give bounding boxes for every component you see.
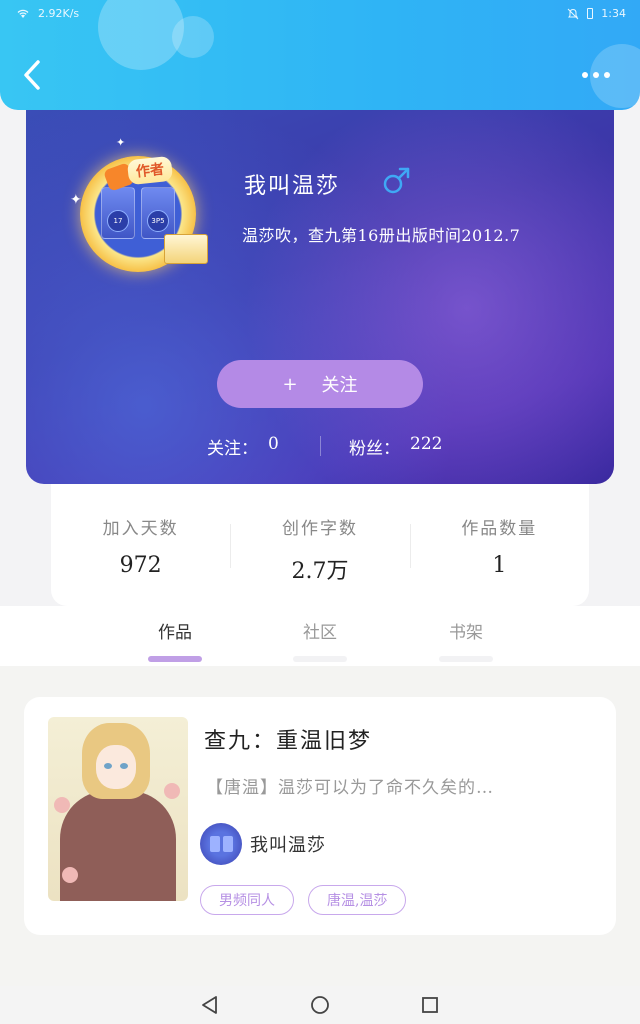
stat-works-count: 作品数量 1 bbox=[409, 484, 589, 606]
tab-bar: 作品 社区 书架 bbox=[0, 606, 640, 666]
more-options-button[interactable] bbox=[576, 64, 616, 86]
followers-label: 粉丝： bbox=[349, 439, 400, 459]
stat-days-joined: 加入天数 972 bbox=[51, 484, 230, 606]
dot-icon bbox=[582, 72, 588, 78]
follow-button-label: 关注 bbox=[321, 375, 358, 396]
tab-community[interactable]: 社区 bbox=[290, 618, 350, 643]
stat-words-written: 创作字数 2.7万 bbox=[230, 484, 409, 606]
nav-back-icon[interactable] bbox=[198, 994, 222, 1016]
stat-label: 创作字数 bbox=[281, 519, 358, 539]
tab-indicator bbox=[439, 656, 493, 662]
top-bar: 2.92K/s 1:34 bbox=[0, 0, 640, 110]
username: 我叫温莎 bbox=[244, 174, 341, 199]
mute-icon bbox=[567, 8, 579, 20]
follow-button[interactable]: + 关注 bbox=[217, 360, 423, 408]
male-symbol-icon bbox=[382, 166, 412, 196]
battery-icon bbox=[587, 8, 594, 19]
tab-indicator-active bbox=[148, 656, 202, 662]
stat-label: 作品数量 bbox=[461, 519, 538, 539]
dot-icon bbox=[593, 72, 599, 78]
clock: 1:34 bbox=[601, 7, 626, 20]
stat-value: 972 bbox=[119, 553, 162, 578]
following-label: 关注： bbox=[207, 439, 258, 459]
followers-count: 222 bbox=[410, 434, 443, 454]
following-stat[interactable]: 关注： 0 bbox=[207, 434, 279, 459]
tab-works[interactable]: 作品 bbox=[145, 618, 205, 643]
tag[interactable]: 男频同人 bbox=[200, 885, 294, 915]
stat-label: 加入天数 bbox=[102, 519, 179, 539]
stats-panel: 加入天数 972 创作字数 2.7万 作品数量 1 bbox=[51, 484, 589, 606]
following-count: 0 bbox=[268, 434, 279, 454]
dot-icon bbox=[604, 72, 610, 78]
nav-recents-icon[interactable] bbox=[418, 994, 442, 1016]
divider bbox=[320, 436, 321, 456]
wifi-icon bbox=[16, 8, 30, 19]
follow-stats: 关注： 0 粉丝： 222 bbox=[26, 430, 614, 460]
work-description: 【唐温】温莎可以为了命不久矣的… bbox=[206, 778, 494, 798]
stat-value: 2.7万 bbox=[291, 559, 349, 584]
author-name: 我叫温莎 bbox=[250, 835, 326, 856]
sparkle-icon: ✦ bbox=[116, 136, 126, 149]
author-avatar bbox=[200, 823, 242, 865]
work-author[interactable]: 我叫温莎 bbox=[200, 823, 326, 865]
avatar[interactable]: 17 3P5 作者 ✦ ✦ bbox=[64, 136, 209, 276]
author-badge: 作者 bbox=[126, 155, 174, 186]
user-bio: 温莎吹，查九第16册出版时间2012.7 bbox=[242, 226, 521, 245]
tab-bookshelf[interactable]: 书架 bbox=[436, 618, 496, 643]
nav-home-icon[interactable] bbox=[308, 994, 332, 1016]
profile-card: 17 3P5 作者 ✦ ✦ 我叫温莎 温莎吹，查九第16册出版时间2012.7 … bbox=[26, 94, 614, 484]
book-icon bbox=[164, 234, 208, 264]
status-bar: 2.92K/s 1:34 bbox=[0, 0, 640, 28]
tag[interactable]: 唐温,温莎 bbox=[308, 885, 407, 915]
plus-icon: + bbox=[282, 373, 298, 395]
system-nav-bar bbox=[0, 986, 640, 1024]
work-title[interactable]: 查九：重温旧梦 bbox=[204, 723, 372, 755]
work-tags: 男频同人 唐温,温莎 bbox=[200, 885, 407, 915]
back-button[interactable] bbox=[18, 56, 52, 94]
tab-indicator bbox=[293, 656, 347, 662]
stat-value: 1 bbox=[492, 553, 507, 578]
followers-stat[interactable]: 粉丝： 222 bbox=[349, 434, 442, 459]
book-cover-image[interactable] bbox=[48, 717, 188, 901]
work-card[interactable]: 查九：重温旧梦 【唐温】温莎可以为了命不久矣的… 我叫温莎 男频同人 唐温,温莎 bbox=[24, 697, 616, 935]
sparkle-icon: ✦ bbox=[70, 192, 82, 208]
network-speed: 2.92K/s bbox=[38, 7, 80, 20]
